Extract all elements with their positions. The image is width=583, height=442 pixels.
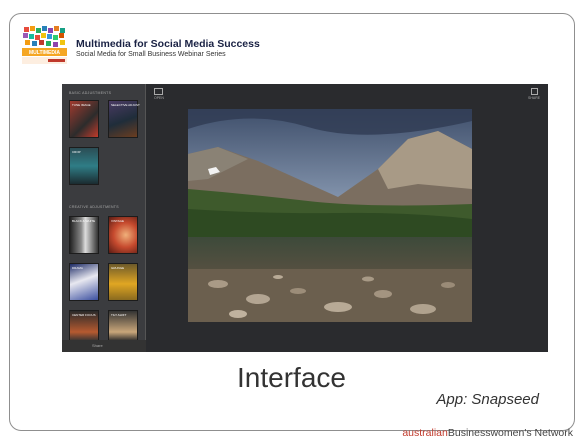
basic-adjustments-label: BASIC ADJUSTMENTS: [69, 91, 112, 95]
tile-caption: DRAMA: [72, 266, 83, 270]
tile-caption: CROP: [72, 150, 81, 154]
brand-rest: Businesswomen's Network: [447, 427, 573, 439]
tool-tile-selective-adjust[interactable]: SELECTIVE ADJUST: [108, 100, 140, 138]
creative-adjustments-label: CREATIVE ADJUSTMENTS: [69, 205, 119, 209]
share-icon: [530, 88, 538, 95]
tool-tile-vintage[interactable]: VINTAGE: [108, 216, 138, 254]
tile-caption: SELECTIVE ADJUST: [111, 103, 140, 107]
tile-caption: VINTAGE: [111, 219, 124, 223]
slide-heading: Interface: [237, 362, 346, 393]
share-button[interactable]: SHARE: [528, 88, 540, 100]
tile-caption: BLACK & WHITE: [72, 219, 96, 223]
tool-tile-crop[interactable]: CROP: [69, 147, 99, 185]
snapseed-screenshot: BASIC ADJUSTMENTS TUNE IMAGE SELECTIVE A…: [62, 84, 548, 352]
open-button[interactable]: OPEN: [154, 88, 164, 100]
brand-first-word: australian: [402, 427, 448, 439]
landscape-photo: [188, 109, 472, 322]
multimedia-logo: MULTIMEDIA: [22, 25, 67, 65]
slide-subtitle: Social Media for Small Business Webinar …: [76, 51, 226, 58]
tool-tile-tilt-shift[interactable]: TILT-SHIFT: [108, 310, 138, 342]
slide-title: Multimedia for Social Media Success: [76, 38, 260, 50]
tool-tile-drama[interactable]: DRAMA: [69, 263, 99, 301]
tile-caption: TILT-SHIFT: [111, 313, 127, 317]
tool-tile-grunge[interactable]: GRUNGE: [108, 263, 138, 301]
open-label: OPEN: [154, 96, 164, 100]
tools-sidebar: BASIC ADJUSTMENTS TUNE IMAGE SELECTIVE A…: [62, 84, 146, 352]
open-icon: [154, 88, 164, 95]
tile-caption: GRUNGE: [111, 266, 125, 270]
share-button-label: SHARE: [528, 96, 541, 100]
app-caption: App: Snapseed: [436, 391, 539, 408]
tool-tile-tune-image[interactable]: TUNE IMAGE: [69, 100, 99, 138]
footer-brand: australianBusinesswomen's Network: [402, 427, 573, 439]
share-label: Share: [92, 343, 103, 348]
tile-caption: TUNE IMAGE: [72, 103, 91, 107]
tile-caption: CENTER FOCUS: [72, 313, 96, 317]
tool-tile-center-focus[interactable]: CENTER FOCUS: [69, 310, 99, 342]
logo-text: MULTIMEDIA: [29, 50, 60, 56]
sidebar-footer[interactable]: Share: [62, 340, 146, 352]
tool-tile-black-white[interactable]: BLACK & WHITE: [69, 216, 99, 254]
